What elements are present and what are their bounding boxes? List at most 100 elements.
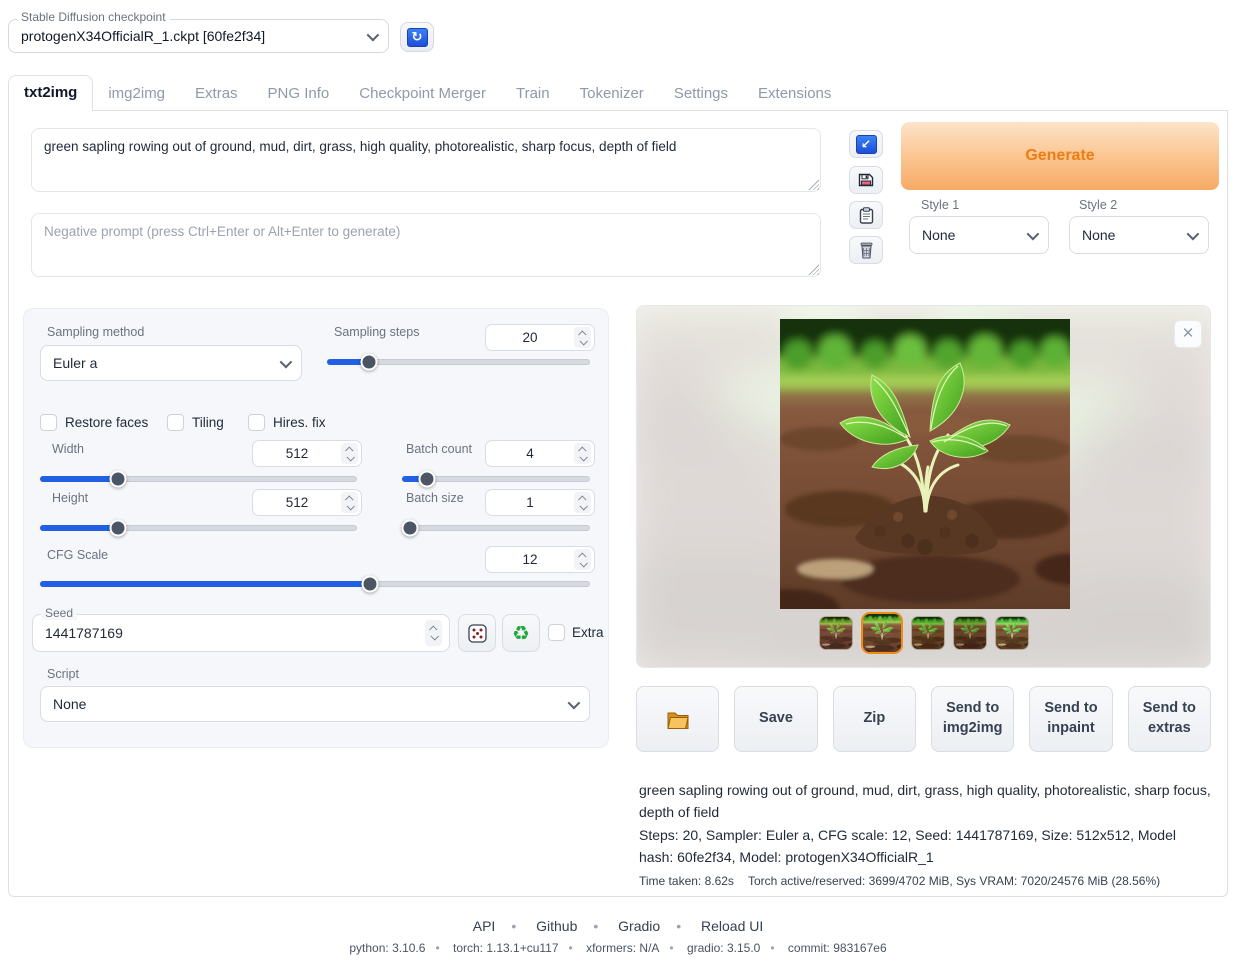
slider-thumb[interactable] [402, 520, 419, 537]
send-to-extras-button[interactable]: Send to extras [1128, 686, 1211, 752]
slider-thumb[interactable] [362, 576, 379, 593]
generated-image[interactable] [780, 319, 1070, 609]
folder-icon [666, 710, 690, 729]
style2-dropdown[interactable]: None [1069, 216, 1209, 254]
style1-label: Style 1 [921, 198, 959, 212]
gallery-thumbnail[interactable] [995, 616, 1029, 650]
restore-faces-label: Restore faces [65, 415, 148, 430]
sampling-steps-label: Sampling steps [334, 325, 419, 339]
tab-img2img[interactable]: img2img [93, 77, 180, 110]
tab-png-info[interactable]: PNG Info [253, 77, 345, 110]
width-input[interactable] [252, 440, 362, 467]
batch-size-label: Batch size [406, 491, 464, 505]
extra-seed-checkbox[interactable] [548, 624, 565, 641]
script-label: Script [47, 667, 79, 681]
gradio-link[interactable]: Gradio [618, 918, 660, 934]
close-gallery-button[interactable]: × [1174, 320, 1202, 348]
sampling-method-value: Euler a [53, 355, 97, 371]
script-dropdown[interactable]: None [40, 686, 590, 722]
slider-thumb[interactable] [419, 471, 436, 488]
apply-style-button[interactable] [849, 201, 883, 229]
chevron-down-icon [280, 355, 293, 368]
sampling-steps-slider[interactable] [327, 359, 590, 365]
batch-count-slider[interactable] [402, 476, 590, 482]
open-folder-button[interactable] [636, 686, 719, 752]
generation-settings-panel: Sampling method Euler a Sampling steps R… [23, 308, 609, 748]
tiling-checkbox[interactable] [167, 414, 184, 431]
style1-dropdown[interactable]: None [909, 216, 1049, 254]
read-generation-params-button[interactable]: ↙ [849, 130, 883, 158]
torch-version: torch: 1.13.1+cu117 [453, 941, 559, 955]
checkpoint-value: protogenX34OfficialR_1.ckpt [60fe2f34] [21, 28, 265, 44]
cfg-scale-input[interactable] [485, 546, 595, 573]
sampling-method-dropdown[interactable]: Euler a [40, 345, 302, 381]
restore-faces-checkbox[interactable] [40, 414, 57, 431]
number-spinner[interactable] [574, 492, 591, 513]
tab-checkpoint-merger[interactable]: Checkpoint Merger [344, 77, 501, 110]
script-value: None [53, 696, 86, 712]
negative-prompt-input[interactable] [31, 213, 821, 277]
number-spinner[interactable] [425, 620, 442, 646]
width-slider[interactable] [40, 476, 357, 482]
send-to-img2img-button[interactable]: Send to img2img [931, 686, 1014, 752]
gallery-thumbnail[interactable] [819, 616, 853, 650]
arrow-down-left-icon: ↙ [856, 135, 877, 154]
send-to-inpaint-button[interactable]: Send to inpaint [1029, 686, 1112, 752]
tab-extensions[interactable]: Extensions [743, 77, 846, 110]
zip-button[interactable]: Zip [833, 686, 916, 752]
number-spinner[interactable] [574, 443, 591, 464]
extra-seed-label: Extra [572, 625, 604, 640]
chevron-down-icon [568, 696, 581, 709]
checkpoint-dropdown[interactable]: Stable Diffusion checkpoint protogenX34O… [8, 19, 389, 53]
cfg-scale-slider[interactable] [40, 581, 590, 587]
sd-webui-page: Stable Diffusion checkpoint protogenX34O… [0, 0, 1236, 966]
footer-links: API• Github• Gradio• Reload UI [0, 918, 1236, 934]
tab-extras[interactable]: Extras [180, 77, 253, 110]
slider-thumb[interactable] [110, 520, 127, 537]
width-label: Width [52, 442, 84, 456]
generate-button[interactable]: Generate [901, 122, 1219, 190]
number-spinner[interactable] [341, 443, 358, 464]
output-gallery: × [636, 305, 1211, 668]
number-spinner[interactable] [574, 549, 591, 570]
gallery-actions: Save Zip Send to img2img Send to inpaint… [636, 686, 1211, 752]
height-label: Height [52, 491, 88, 505]
style2-value: None [1082, 227, 1115, 243]
batch-size-input[interactable] [485, 489, 595, 516]
reuse-seed-button[interactable]: ♻ [502, 614, 540, 652]
seed-input[interactable]: Seed [32, 614, 450, 652]
main-tabbar: txt2img img2img Extras PNG Info Checkpoi… [8, 76, 1228, 111]
tab-train[interactable]: Train [501, 77, 565, 110]
clear-prompt-button[interactable] [849, 236, 883, 264]
refresh-checkpoint-button[interactable]: ↻ [400, 22, 434, 52]
tab-settings[interactable]: Settings [659, 77, 743, 110]
sampling-steps-input[interactable] [485, 324, 595, 351]
api-link[interactable]: API [473, 918, 496, 934]
batch-size-slider[interactable] [402, 525, 590, 531]
gallery-thumbnail[interactable] [953, 616, 987, 650]
footer-versions: python: 3.10.6• torch: 1.13.1+cu117• xfo… [0, 941, 1236, 955]
save-button[interactable]: Save [734, 686, 817, 752]
tab-tokenizer[interactable]: Tokenizer [565, 77, 659, 110]
tab-txt2img[interactable]: txt2img [8, 75, 93, 111]
height-slider[interactable] [40, 525, 357, 531]
tiling-label: Tiling [192, 415, 224, 430]
gallery-thumbnail[interactable] [861, 612, 903, 654]
slider-thumb[interactable] [361, 354, 378, 371]
number-spinner[interactable] [574, 327, 591, 348]
floppy-disk-icon [858, 172, 874, 188]
hires-fix-checkbox[interactable] [248, 414, 265, 431]
gallery-thumbnail[interactable] [911, 616, 945, 650]
random-seed-button[interactable] [458, 614, 496, 652]
txt2img-panel: green sapling rowing out of ground, mud,… [8, 111, 1228, 897]
style2-label: Style 2 [1079, 198, 1117, 212]
save-style-button[interactable] [849, 166, 883, 194]
number-spinner[interactable] [341, 492, 358, 513]
height-input[interactable] [252, 489, 362, 516]
info-time-text: Time taken: 8.62sTorch active/reserved: … [639, 872, 1211, 891]
prompt-input[interactable]: green sapling rowing out of ground, mud,… [31, 128, 821, 192]
batch-count-input[interactable] [485, 440, 595, 467]
github-link[interactable]: Github [536, 918, 577, 934]
reload-ui-link[interactable]: Reload UI [701, 918, 763, 934]
slider-thumb[interactable] [110, 471, 127, 488]
